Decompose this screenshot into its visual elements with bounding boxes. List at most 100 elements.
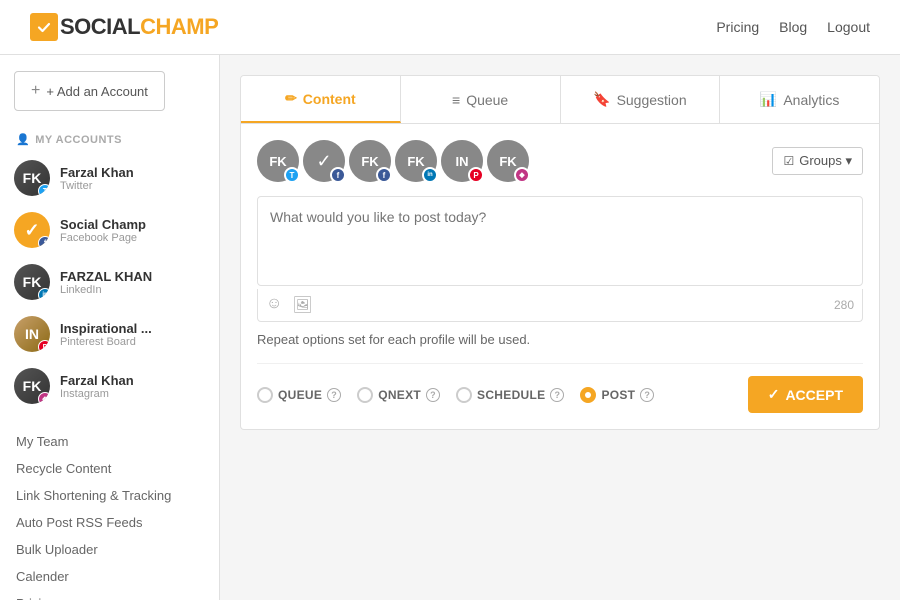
settings-icon-4[interactable]: ○ bbox=[163, 325, 181, 343]
account-item-pinterest[interactable]: IN P Inspirational ... Pinterest Board ○… bbox=[0, 308, 219, 360]
nav-logout[interactable]: Logout bbox=[827, 19, 870, 35]
logo-icon bbox=[30, 13, 58, 41]
groups-label: Groups ▾ bbox=[799, 153, 852, 169]
linkedin-net-badge: in bbox=[422, 167, 438, 183]
delete-icon-1[interactable]: × bbox=[187, 169, 205, 187]
avatar-facebook: ✓ f bbox=[14, 212, 50, 248]
option-queue[interactable]: QUEUE ? bbox=[257, 387, 341, 403]
logo: SOCIALCHAMP bbox=[30, 13, 218, 41]
instagram-badge: ◆ bbox=[38, 392, 50, 404]
bookmark-icon: 🔖 bbox=[593, 91, 610, 108]
profile-icon-pinterest[interactable]: IN P bbox=[441, 140, 483, 182]
facebook-net-badge-2: f bbox=[376, 167, 392, 183]
tab-content[interactable]: ✏ Content bbox=[241, 76, 401, 123]
profile-icon-instagram[interactable]: FK ◆ bbox=[487, 140, 529, 182]
tab-content-label: Content bbox=[303, 91, 356, 107]
post-panel: FK T ✓ f FK f FK bbox=[240, 124, 880, 430]
sidebar-link-recycle[interactable]: Recycle Content bbox=[16, 455, 203, 482]
account-info-5: Farzal Khan Instagram bbox=[60, 373, 163, 400]
sidebar-link-bulk[interactable]: Bulk Uploader bbox=[16, 536, 203, 563]
delete-icon-4[interactable]: × bbox=[187, 325, 205, 343]
post-options: QUEUE ? QNEXT ? SCHEDULE ? POST ? bbox=[257, 363, 863, 413]
pinterest-net-badge: P bbox=[468, 167, 484, 183]
post-help-icon[interactable]: ? bbox=[640, 388, 654, 402]
sidebar-link-my-team[interactable]: My Team bbox=[16, 428, 203, 455]
account-item-twitter[interactable]: FK T Farzal Khan Twitter ○ × bbox=[0, 152, 219, 204]
account-item-facebook[interactable]: ✓ f Social Champ Facebook Page ○ × bbox=[0, 204, 219, 256]
qnext-help-icon[interactable]: ? bbox=[426, 388, 440, 402]
pinterest-badge: P bbox=[38, 340, 50, 352]
settings-icon-3[interactable]: ○ bbox=[163, 273, 181, 291]
char-count: 280 bbox=[834, 298, 854, 312]
account-name-3: FARZAL KHAN bbox=[60, 269, 163, 284]
radio-queue[interactable] bbox=[257, 387, 273, 403]
linkedin-badge: in bbox=[38, 288, 50, 300]
sidebar-link-calendar[interactable]: Calender bbox=[16, 563, 203, 590]
qnext-label: QNEXT bbox=[378, 388, 421, 402]
textarea-icons: ☺ 🖼 bbox=[266, 295, 313, 315]
tab-analytics[interactable]: 📊 Analytics bbox=[720, 76, 879, 123]
profile-icon-fb-check[interactable]: ✓ f bbox=[303, 140, 345, 182]
account-name-2: Social Champ bbox=[60, 217, 163, 232]
radio-qnext[interactable] bbox=[357, 387, 373, 403]
nav-blog[interactable]: Blog bbox=[779, 19, 807, 35]
account-name-4: Inspirational ... bbox=[60, 321, 163, 336]
radio-schedule[interactable] bbox=[456, 387, 472, 403]
account-name-5: Farzal Khan bbox=[60, 373, 163, 388]
option-post[interactable]: POST ? bbox=[580, 387, 654, 403]
textarea-footer: ☺ 🖼 280 bbox=[257, 289, 863, 322]
account-type-1: Twitter bbox=[60, 180, 163, 192]
option-qnext[interactable]: QNEXT ? bbox=[357, 387, 440, 403]
option-schedule[interactable]: SCHEDULE ? bbox=[456, 387, 564, 403]
account-info-1: Farzal Khan Twitter bbox=[60, 165, 163, 192]
post-textarea[interactable] bbox=[257, 196, 863, 286]
section-label: 👤 MY ACCOUNTS bbox=[0, 127, 219, 152]
tab-queue[interactable]: ≡ Queue bbox=[401, 76, 561, 123]
sidebar-link-shortening[interactable]: Link Shortening & Tracking bbox=[16, 482, 203, 509]
plus-icon: + bbox=[31, 82, 40, 100]
account-info-4: Inspirational ... Pinterest Board bbox=[60, 321, 163, 348]
nav-pricing[interactable]: Pricing bbox=[716, 19, 759, 35]
sidebar-links: My Team Recycle Content Link Shortening … bbox=[0, 428, 219, 600]
account-info-3: FARZAL KHAN LinkedIn bbox=[60, 269, 163, 296]
profile-icon-linkedin[interactable]: FK in bbox=[395, 140, 437, 182]
queue-help-icon[interactable]: ? bbox=[327, 388, 341, 402]
tab-queue-label: Queue bbox=[466, 92, 508, 108]
profile-icon-twitter[interactable]: FK T bbox=[257, 140, 299, 182]
image-icon[interactable]: 🖼 bbox=[292, 295, 312, 315]
groups-button[interactable]: ☑ Groups ▾ bbox=[772, 147, 863, 175]
delete-icon-3[interactable]: × bbox=[187, 273, 205, 291]
avatar-twitter: FK T bbox=[14, 160, 50, 196]
facebook-net-badge: f bbox=[330, 167, 346, 183]
avatar-instagram: FK ◆ bbox=[14, 368, 50, 404]
profile-icon-facebook[interactable]: FK f bbox=[349, 140, 391, 182]
logo-social: SOCIAL bbox=[60, 14, 140, 40]
account-item-linkedin[interactable]: FK in FARZAL KHAN LinkedIn ○ × bbox=[0, 256, 219, 308]
avatar-linkedin: FK in bbox=[14, 264, 50, 300]
sidebar: + + Add an Account 👤 MY ACCOUNTS FK T Fa… bbox=[0, 55, 220, 600]
tab-suggestion[interactable]: 🔖 Suggestion bbox=[561, 76, 721, 123]
settings-icon-5[interactable]: ○ bbox=[163, 377, 181, 395]
top-nav-links: Pricing Blog Logout bbox=[716, 19, 870, 35]
add-account-button[interactable]: + + Add an Account bbox=[14, 71, 165, 111]
emoji-icon[interactable]: ☺ bbox=[266, 295, 282, 315]
twitter-badge: T bbox=[38, 184, 50, 196]
account-name-1: Farzal Khan bbox=[60, 165, 163, 180]
account-type-3: LinkedIn bbox=[60, 284, 163, 296]
schedule-help-icon[interactable]: ? bbox=[550, 388, 564, 402]
avatar-pinterest: IN P bbox=[14, 316, 50, 352]
profile-icons: FK T ✓ f FK f FK bbox=[257, 140, 529, 182]
settings-icon-2[interactable]: ○ bbox=[163, 221, 181, 239]
delete-icon-5[interactable]: × bbox=[187, 377, 205, 395]
main-layout: + + Add an Account 👤 MY ACCOUNTS FK T Fa… bbox=[0, 55, 900, 600]
pencil-icon: ✏ bbox=[285, 90, 297, 107]
accept-button[interactable]: ✓ ACCEPT bbox=[748, 376, 863, 413]
account-item-instagram[interactable]: FK ◆ Farzal Khan Instagram ○ × bbox=[0, 360, 219, 412]
radio-post[interactable] bbox=[580, 387, 596, 403]
sidebar-link-pricing[interactable]: Pricing bbox=[16, 590, 203, 600]
account-type-4: Pinterest Board bbox=[60, 336, 163, 348]
delete-icon-2[interactable]: × bbox=[187, 221, 205, 239]
facebook-badge: f bbox=[38, 236, 50, 248]
sidebar-link-rss[interactable]: Auto Post RSS Feeds bbox=[16, 509, 203, 536]
settings-icon-1[interactable]: ○ bbox=[163, 169, 181, 187]
